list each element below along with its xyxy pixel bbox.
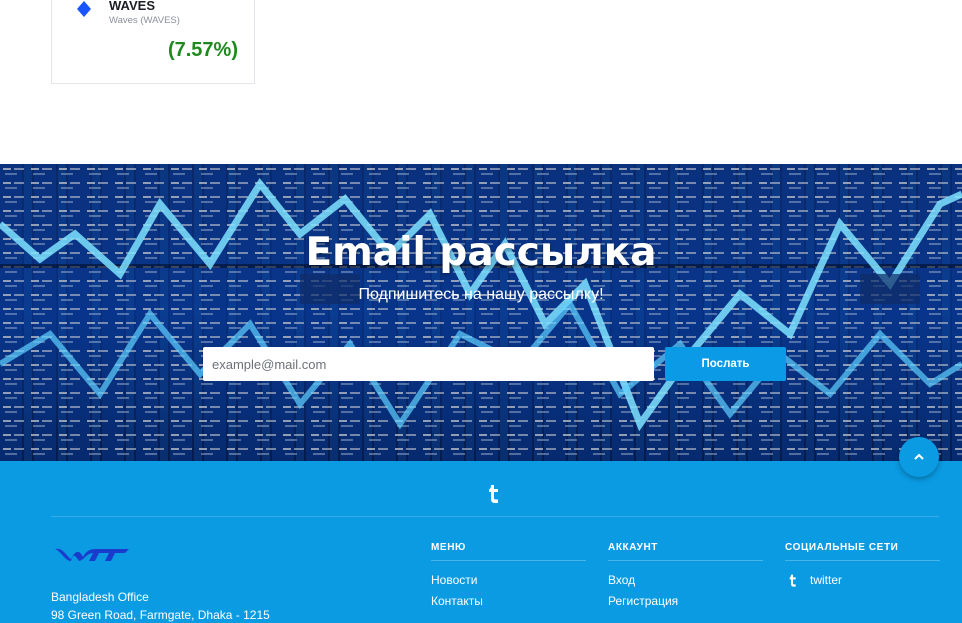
footer: Bangladesh Office 98 Green Road, Farmgat… [0, 461, 962, 623]
coin-card[interactable]: WAVES Waves (WAVES) (7.57%) [51, 0, 255, 84]
footer-column-account: АККАУНТ Вход Регистрация [608, 542, 763, 608]
stock-board-background [0, 164, 962, 461]
diamond-icon [77, 1, 91, 17]
footer-column-heading: СОЦИАЛЬНЫЕ СЕТИ [785, 542, 940, 561]
footer-link-register[interactable]: Регистрация [608, 594, 763, 608]
newsletter-subtitle: Подпишитесь на нашу рассылку! [358, 286, 604, 303]
footer-column-heading: МЕНЮ [431, 542, 586, 561]
footer-divider [51, 516, 939, 517]
footer-link-twitter[interactable]: twitter [810, 573, 842, 587]
back-to-top-button[interactable] [899, 437, 939, 477]
newsletter-submit-button[interactable]: Послать [665, 347, 786, 381]
footer-column-heading: АККАУНТ [608, 542, 763, 561]
footer-link-contacts[interactable]: Контакты [431, 594, 586, 608]
tumblr-icon [789, 574, 796, 587]
footer-column-menu: МЕНЮ Новости Контакты [431, 542, 586, 608]
coin-symbol: WAVES [109, 0, 155, 13]
newsletter-email-input[interactable] [203, 347, 654, 381]
newsletter-title: Email рассылка [305, 230, 657, 275]
newsletter-section: Email рассылка Подпишитесь на нашу рассы… [0, 164, 962, 461]
wtt-logo[interactable] [53, 545, 133, 563]
footer-column-social: СОЦИАЛЬНЫЕ СЕТИ twitter [785, 542, 940, 587]
chevron-up-icon [914, 453, 924, 460]
office-title: Bangladesh Office [51, 590, 149, 604]
coin-name: Waves (WAVES) [109, 15, 180, 26]
footer-social-twitter[interactable]: twitter [785, 573, 940, 587]
coin-change-percent: (7.57%) [167, 39, 238, 61]
office-address: 98 Green Road, Farmgate, Dhaka - 1215 [51, 608, 270, 622]
footer-link-news[interactable]: Новости [431, 573, 586, 587]
footer-link-login[interactable]: Вход [608, 573, 763, 587]
tumblr-icon[interactable] [485, 483, 503, 503]
